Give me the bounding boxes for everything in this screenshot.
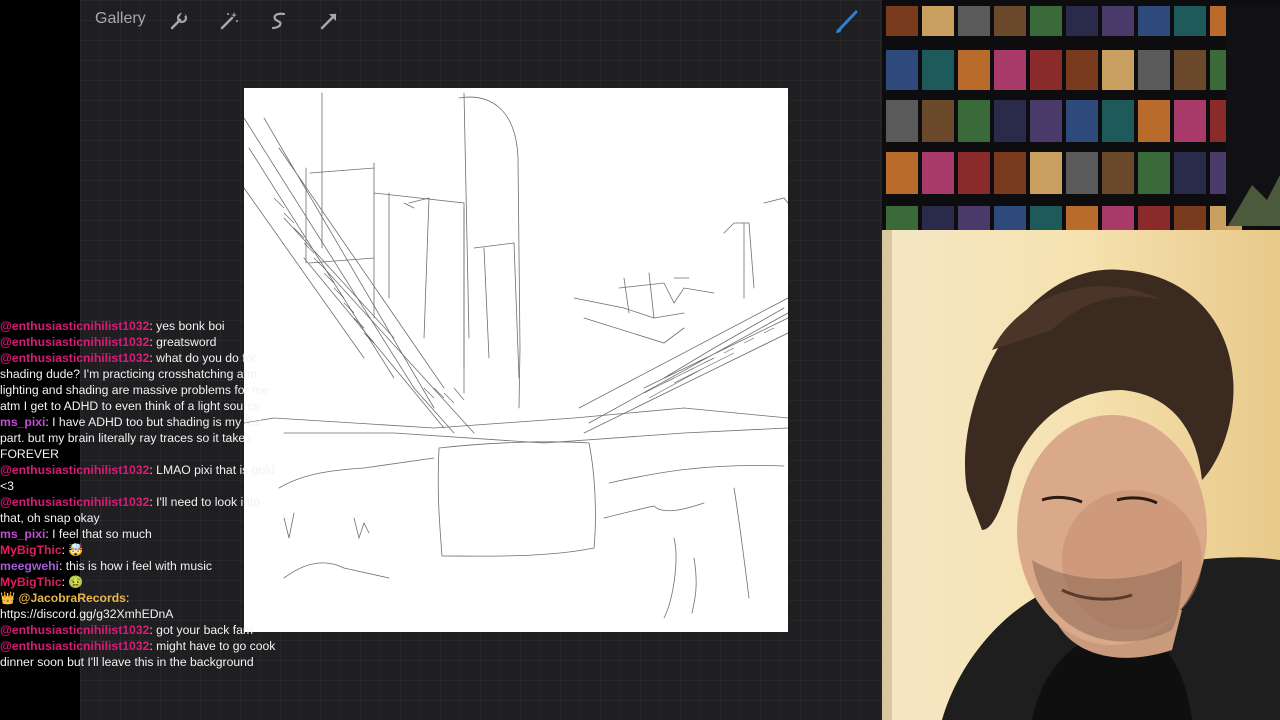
reference-thumbnail[interactable] <box>994 206 1026 230</box>
reference-thumbnail[interactable] <box>1030 50 1062 90</box>
sketch-drawing <box>244 92 788 619</box>
chat-message: ms_pixi: I feel that so much <box>0 526 278 542</box>
chat-message: MyBigThic: 🤢 <box>0 574 278 590</box>
chat-text: : 🤯 <box>61 543 84 557</box>
chat-message: @enthusiasticnihilist1032: I'll need to … <box>0 494 278 526</box>
chat-message: 👑 @JacobraRecords: https://discord.gg/g3… <box>0 590 278 622</box>
reference-thumbnail[interactable] <box>1030 152 1062 194</box>
chat-username: 👑 @JacobraRecords <box>0 591 126 605</box>
reference-thumbnail[interactable] <box>886 100 918 142</box>
chat-message: @enthusiasticnihilist1032: might have to… <box>0 638 278 670</box>
reference-thumbnail[interactable] <box>958 152 990 194</box>
chat-username: MyBigThic <box>0 575 62 589</box>
reference-thumbnail[interactable] <box>1138 152 1170 194</box>
reference-thumbnail[interactable] <box>1138 100 1170 142</box>
chat-message: meegwehi: this is how i feel with music <box>0 558 278 574</box>
reference-thumbnail[interactable] <box>1030 206 1062 230</box>
reference-thumbnail[interactable] <box>994 6 1026 36</box>
wrench-icon[interactable] <box>168 10 190 32</box>
chat-message: @enthusiasticnihilist1032: yes bonk boi <box>0 318 278 334</box>
chat-username: @enthusiasticnihilist1032 <box>0 335 150 349</box>
reference-thumbnail[interactable] <box>1066 50 1098 90</box>
brush-icon[interactable] <box>834 7 862 35</box>
reference-thumbnail[interactable] <box>1102 50 1134 90</box>
reference-thumbnail[interactable] <box>886 6 918 36</box>
chat-username: ms_pixi <box>0 527 46 541</box>
magic-wand-icon[interactable] <box>218 10 240 32</box>
gallery-button[interactable]: Gallery <box>95 10 146 28</box>
chat-username: @enthusiasticnihilist1032 <box>0 623 150 637</box>
reference-thumbnail[interactable] <box>922 152 954 194</box>
chat-text: : yes bonk boi <box>149 319 225 333</box>
reference-thumbnail[interactable] <box>1174 50 1206 90</box>
reference-thumbnail[interactable] <box>994 152 1026 194</box>
selection-icon[interactable] <box>268 10 290 32</box>
webcam-feed <box>882 230 1280 720</box>
reference-thumbnail[interactable] <box>994 50 1026 90</box>
reference-thumbnail[interactable] <box>1138 6 1170 36</box>
chat-message: MyBigThic: 🤯 <box>0 542 278 558</box>
top-toolbar: Gallery <box>80 0 882 42</box>
chat-username: meegwehi <box>0 559 59 573</box>
reference-thumbnail[interactable] <box>958 50 990 90</box>
reference-thumbnail[interactable] <box>1066 152 1098 194</box>
reference-thumbnail[interactable] <box>1030 6 1062 36</box>
chat-message: @enthusiasticnihilist1032: got your back… <box>0 622 278 638</box>
chat-username: @enthusiasticnihilist1032 <box>0 319 150 333</box>
reference-thumbnail[interactable] <box>1030 100 1062 142</box>
reference-thumbnail[interactable] <box>958 206 990 230</box>
reference-thumbnail[interactable] <box>1066 6 1098 36</box>
reference-thumbnail[interactable] <box>1102 6 1134 36</box>
reference-thumbnail[interactable] <box>922 206 954 230</box>
chat-text: : got your back fam <box>149 623 254 637</box>
transform-arrow-icon[interactable] <box>318 10 340 32</box>
reference-thumbnail[interactable] <box>922 100 954 142</box>
chat-text: : I feel that so much <box>45 527 152 541</box>
drawing-canvas[interactable] <box>244 88 788 632</box>
chat-username: ms_pixi <box>0 415 46 429</box>
reference-thumbnail[interactable] <box>886 50 918 90</box>
reference-thumbnail[interactable] <box>994 100 1026 142</box>
chat-username: @enthusiasticnihilist1032 <box>0 495 150 509</box>
chat-username: @enthusiasticnihilist1032 <box>0 351 150 365</box>
chat-username: @enthusiasticnihilist1032 <box>0 463 150 477</box>
chat-message: @enthusiasticnihilist1032: LMAO pixi tha… <box>0 462 278 494</box>
reference-thumbnail[interactable] <box>922 50 954 90</box>
reference-thumbnail[interactable] <box>1066 100 1098 142</box>
chat-username: MyBigThic <box>0 543 62 557</box>
reference-thumbnail[interactable] <box>886 206 918 230</box>
chat-username: @enthusiasticnihilist1032 <box>0 639 150 653</box>
reference-thumbnail[interactable] <box>1102 152 1134 194</box>
chat-text: : this is how i feel with music <box>58 559 213 573</box>
chat-message: @enthusiasticnihilist1032: greatsword <box>0 334 278 350</box>
reference-thumbnail[interactable] <box>1138 50 1170 90</box>
reference-image-grid <box>882 0 1280 230</box>
reference-thumbnail[interactable] <box>1138 206 1170 230</box>
chat-message: @enthusiasticnihilist1032: what do you d… <box>0 350 278 414</box>
stream-chat: @enthusiasticnihilist1032: yes bonk boi @… <box>0 318 278 720</box>
chat-text: : greatsword <box>149 335 217 349</box>
reference-thumbnail[interactable] <box>1102 100 1134 142</box>
reference-thumbnail[interactable] <box>1066 206 1098 230</box>
reference-thumbnail[interactable] <box>1174 206 1206 230</box>
reference-thumbnail[interactable] <box>886 152 918 194</box>
reference-thumbnail[interactable] <box>1174 6 1206 36</box>
reference-thumbnail[interactable] <box>958 100 990 142</box>
chat-message: ms_pixi: I have ADHD too but shading is … <box>0 414 278 462</box>
reference-thumbnail[interactable] <box>922 6 954 36</box>
chat-text: : 🤢 <box>61 575 84 589</box>
reference-thumbnail[interactable] <box>1174 152 1206 194</box>
reference-thumbnail[interactable] <box>1174 100 1206 142</box>
reference-thumbnail[interactable] <box>958 6 990 36</box>
reference-thumbnail[interactable] <box>1102 206 1134 230</box>
